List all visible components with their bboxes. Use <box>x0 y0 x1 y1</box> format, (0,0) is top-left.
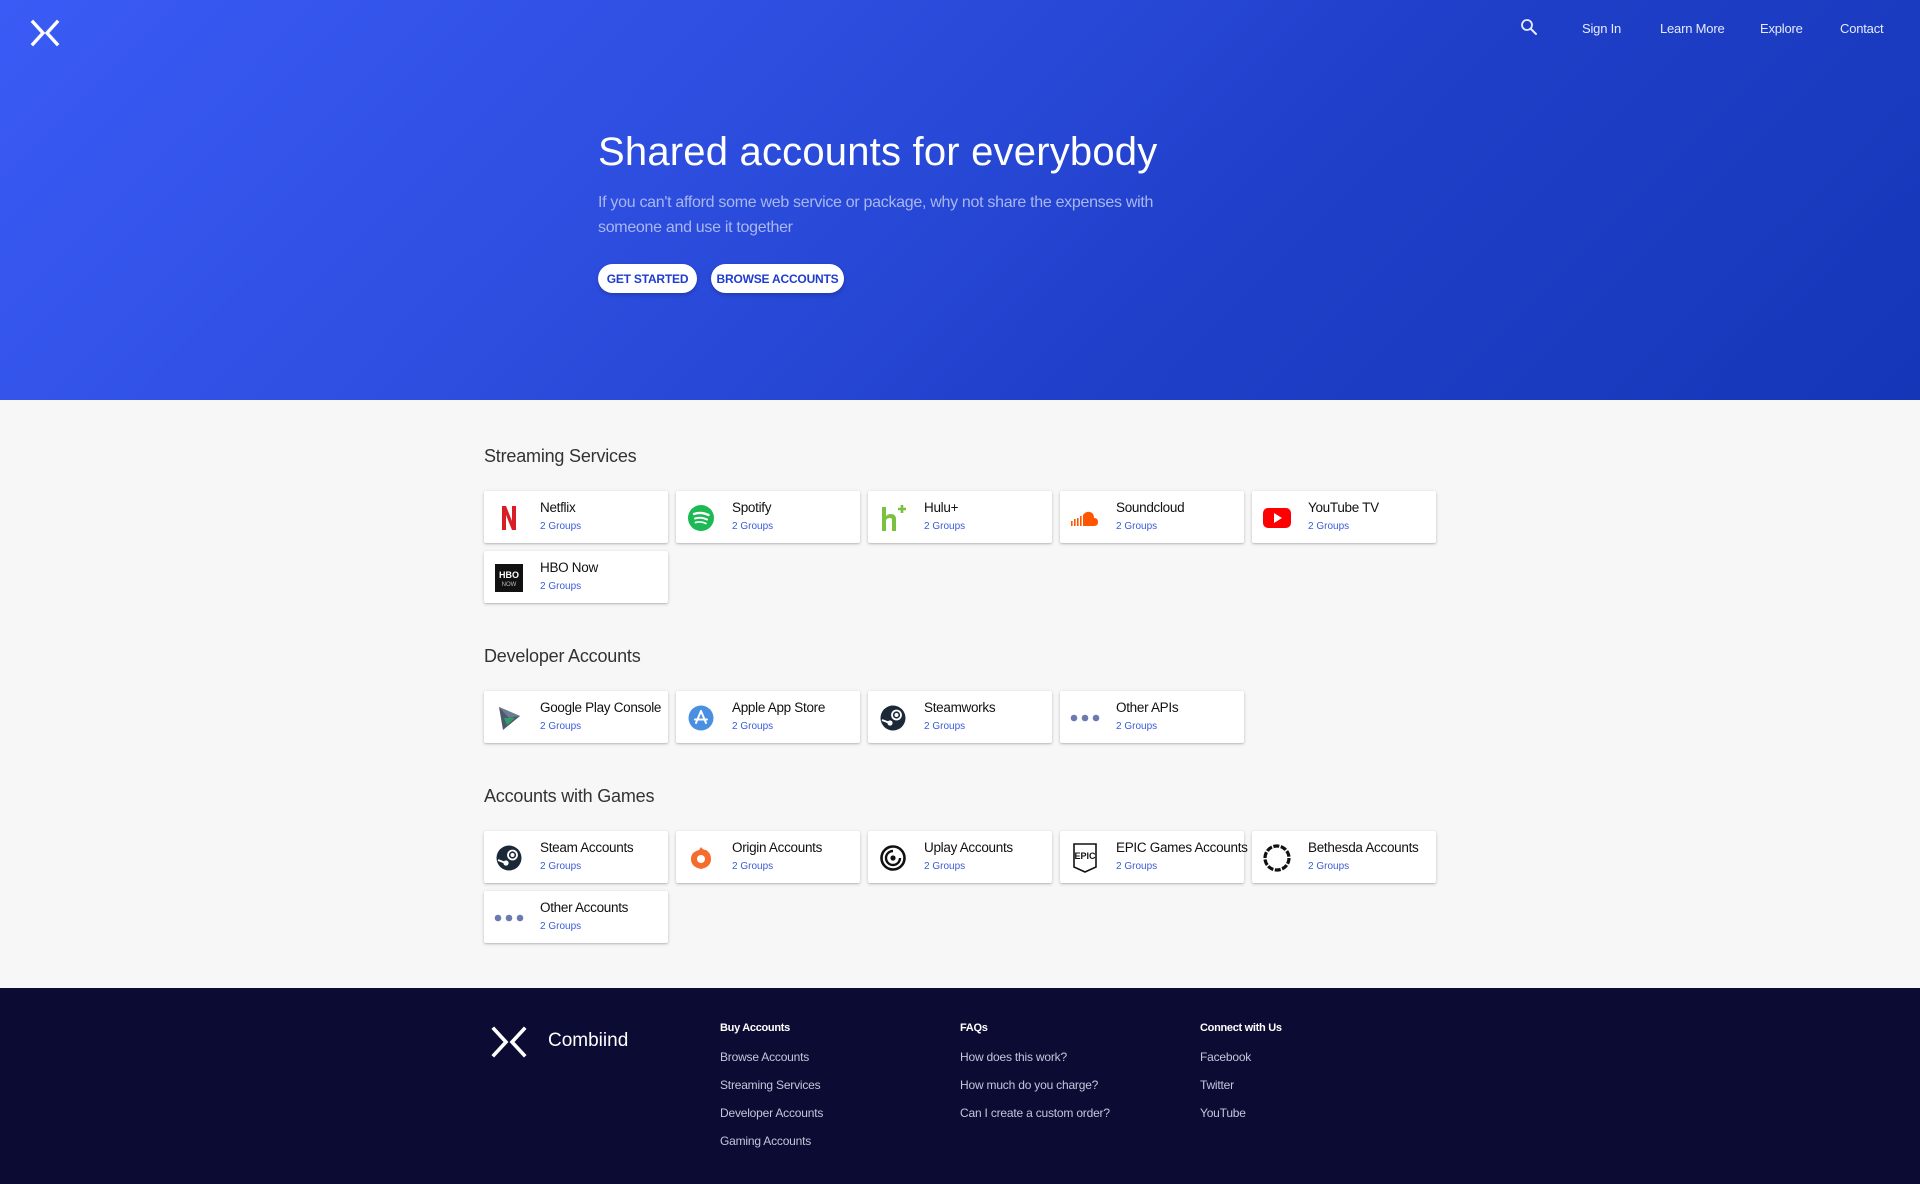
epic-games-icon: EPIC <box>1070 843 1100 873</box>
origin-icon <box>686 843 716 873</box>
spotify-icon <box>686 503 716 533</box>
nav-contact[interactable]: Contact <box>1840 21 1884 36</box>
section-title-streaming: Streaming Services <box>484 446 637 466</box>
soundcloud-icon <box>1070 503 1100 533</box>
card-uplay-accounts[interactable]: Uplay Accounts 2 Groups <box>868 831 1052 883</box>
card-groups[interactable]: 2 Groups <box>732 721 773 732</box>
steam-icon <box>878 703 908 733</box>
hbo-now-icon: HBO NOW <box>494 563 524 593</box>
nav-sign-in[interactable]: Sign In <box>1582 21 1621 36</box>
more-dots-icon <box>494 903 524 933</box>
card-groups[interactable]: 2 Groups <box>540 721 581 732</box>
card-groups[interactable]: 2 Groups <box>924 861 965 872</box>
hero-banner: Sign In Learn More Explore Contact Share… <box>0 0 1920 400</box>
footer-link-how-it-works[interactable]: How does this work? <box>960 1050 1067 1064</box>
card-groups[interactable]: 2 Groups <box>540 861 581 872</box>
card-groups[interactable]: 2 Groups <box>1116 521 1157 532</box>
svg-text:NOW: NOW <box>502 582 517 588</box>
nav-learn-more[interactable]: Learn More <box>1660 21 1725 36</box>
svg-text:HBO: HBO <box>499 570 519 580</box>
footer-link-browse-accounts[interactable]: Browse Accounts <box>720 1050 809 1064</box>
card-name: Hulu+ <box>924 500 959 515</box>
google-play-icon <box>494 703 524 733</box>
card-youtube-tv[interactable]: YouTube TV 2 Groups <box>1252 491 1436 543</box>
card-name: Spotify <box>732 500 772 515</box>
card-name: HBO Now <box>540 560 598 575</box>
svg-text:EPIC: EPIC <box>1074 851 1096 861</box>
card-steam-accounts[interactable]: Steam Accounts 2 Groups <box>484 831 668 883</box>
footer-link-custom-order[interactable]: Can I create a custom order? <box>960 1106 1110 1120</box>
card-name: Origin Accounts <box>732 840 823 855</box>
footer-link-pricing[interactable]: How much do you charge? <box>960 1078 1098 1092</box>
card-groups[interactable]: 2 Groups <box>1308 861 1349 872</box>
card-name: EPIC Games Accounts <box>1116 840 1248 855</box>
card-bethesda-accounts[interactable]: Bethesda Accounts 2 Groups <box>1252 831 1436 883</box>
card-groups[interactable]: 2 Groups <box>1116 721 1157 732</box>
footer-heading-faqs: FAQs <box>960 1022 988 1034</box>
hero-subtitle: If you can't afford some web service or … <box>598 194 1154 236</box>
uplay-icon <box>878 843 908 873</box>
card-name: Netflix <box>540 500 576 515</box>
card-groups[interactable]: 2 Groups <box>1308 521 1349 532</box>
hulu-icon <box>878 503 908 533</box>
bethesda-icon <box>1262 843 1292 873</box>
card-name: Apple App Store <box>732 700 826 715</box>
card-name: Other Accounts <box>540 900 629 915</box>
card-epic-games-accounts[interactable]: EPIC EPIC Games Accounts 2 Groups <box>1060 831 1248 883</box>
card-apple-app-store[interactable]: Apple App Store 2 Groups <box>676 691 860 743</box>
footer-heading-buy-accounts: Buy Accounts <box>720 1022 790 1034</box>
card-steamworks[interactable]: Steamworks 2 Groups <box>868 691 1052 743</box>
card-netflix[interactable]: Netflix 2 Groups <box>484 491 668 543</box>
footer-link-developer-accounts[interactable]: Developer Accounts <box>720 1106 823 1120</box>
more-dots-icon <box>1070 703 1100 733</box>
card-name: YouTube TV <box>1308 500 1379 515</box>
footer-link-streaming-services[interactable]: Streaming Services <box>720 1078 821 1092</box>
card-name: Soundcloud <box>1116 500 1185 515</box>
card-groups[interactable]: 2 Groups <box>924 521 965 532</box>
logo-icon[interactable] <box>30 19 60 47</box>
card-name: Google Play Console <box>540 700 662 715</box>
nav-explore[interactable]: Explore <box>1760 21 1803 36</box>
footer-link-gaming-accounts[interactable]: Gaming Accounts <box>720 1134 811 1148</box>
card-name: Steamworks <box>924 700 996 715</box>
footer-heading-connect: Connect with Us <box>1200 1022 1282 1034</box>
card-name: Steam Accounts <box>540 840 634 855</box>
card-hulu[interactable]: Hulu+ 2 Groups <box>868 491 1052 543</box>
card-groups[interactable]: 2 Groups <box>732 521 773 532</box>
browse-accounts-button[interactable]: BROWSE ACCOUNTS <box>711 264 844 293</box>
get-started-button[interactable]: GET STARTED <box>598 264 697 293</box>
card-other-accounts[interactable]: Other Accounts 2 Groups <box>484 891 668 943</box>
hero-title: Shared accounts for everybody <box>598 130 1158 174</box>
card-groups[interactable]: 2 Groups <box>540 521 581 532</box>
card-groups[interactable]: 2 Groups <box>540 921 581 932</box>
card-origin-accounts[interactable]: Origin Accounts 2 Groups <box>676 831 860 883</box>
footer-logo-icon[interactable] <box>491 1026 527 1058</box>
card-name: Bethesda Accounts <box>1308 840 1419 855</box>
card-google-play-console[interactable]: Google Play Console 2 Groups <box>484 691 668 743</box>
card-soundcloud[interactable]: Soundcloud 2 Groups <box>1060 491 1244 543</box>
netflix-icon <box>494 503 524 533</box>
card-other-apis[interactable]: Other APIs 2 Groups <box>1060 691 1244 743</box>
card-name: Uplay Accounts <box>924 840 1013 855</box>
youtube-icon <box>1262 503 1292 533</box>
card-groups[interactable]: 2 Groups <box>924 721 965 732</box>
footer-link-twitter[interactable]: Twitter <box>1200 1078 1234 1092</box>
card-groups[interactable]: 2 Groups <box>540 581 581 592</box>
card-hbo-now[interactable]: HBO NOW HBO Now 2 Groups <box>484 551 668 603</box>
footer-brand: Combiind <box>548 1030 629 1051</box>
card-spotify[interactable]: Spotify 2 Groups <box>676 491 860 543</box>
search-icon[interactable] <box>1519 17 1539 37</box>
card-name: Other APIs <box>1116 700 1179 715</box>
app-store-icon <box>686 703 716 733</box>
footer-link-youtube[interactable]: YouTube <box>1200 1106 1246 1120</box>
section-title-developer: Developer Accounts <box>484 646 641 666</box>
steam-icon <box>494 843 524 873</box>
card-groups[interactable]: 2 Groups <box>732 861 773 872</box>
card-groups[interactable]: 2 Groups <box>1116 861 1157 872</box>
footer-link-facebook[interactable]: Facebook <box>1200 1050 1251 1064</box>
section-title-games: Accounts with Games <box>484 786 655 806</box>
